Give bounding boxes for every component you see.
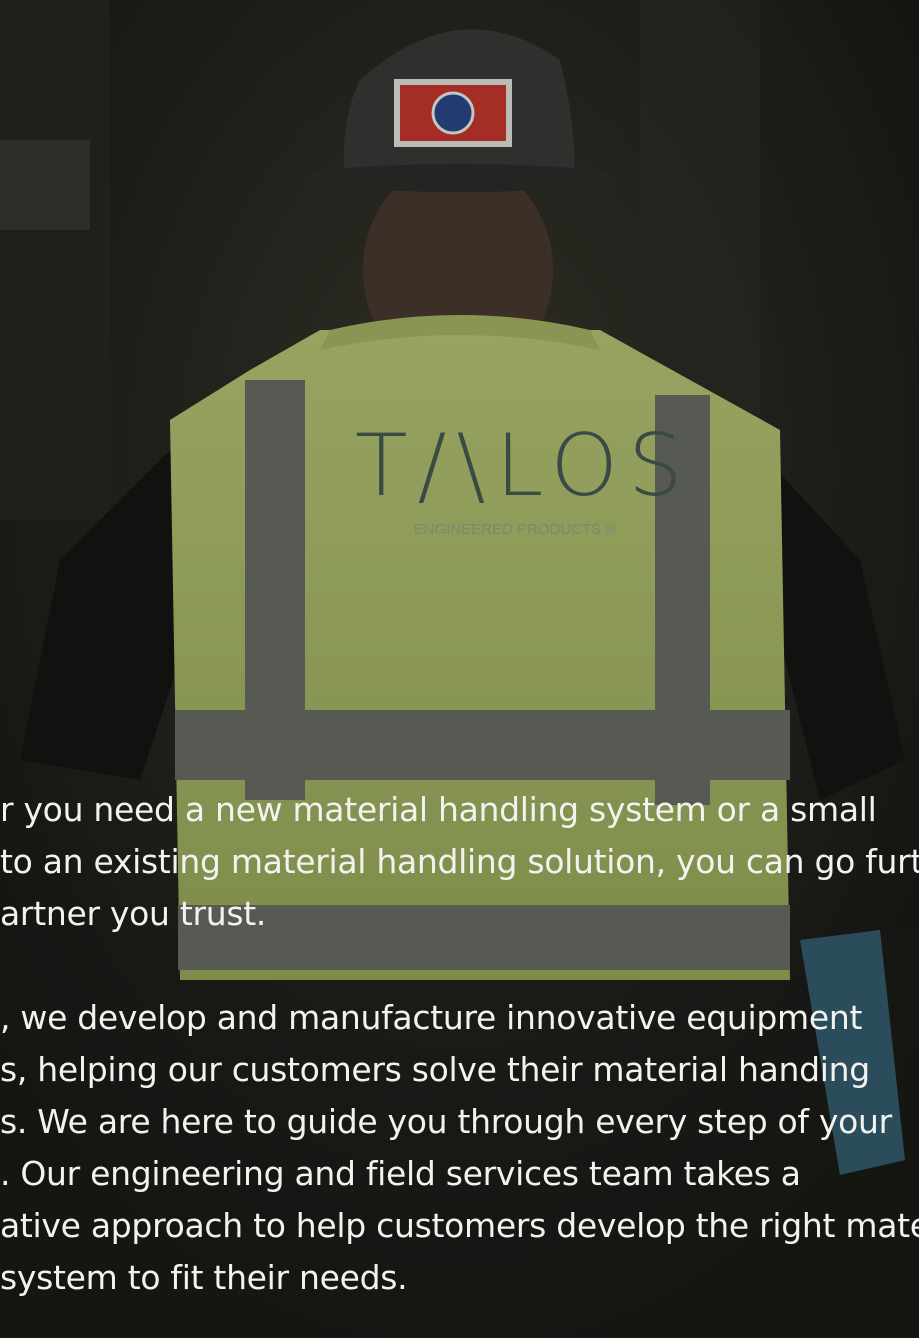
intro-copy: r you need a new material handling syste… — [0, 784, 919, 1338]
paragraph-1-line: to an existing material handling solutio… — [0, 842, 919, 881]
paragraph-2-line: ative approach to help customers develop… — [0, 1206, 919, 1245]
vest-logo-tagline: ENGINEERED PRODUCTS ® — [413, 521, 617, 538]
paragraph-2: , we develop and manufacture innovative … — [0, 992, 919, 1304]
paragraph-1-line: r you need a new material handling syste… — [0, 790, 877, 829]
vest-logo-wordmark: T/\LOS — [355, 416, 693, 516]
paragraph-2-line: s. We are here to guide you through ever… — [0, 1102, 892, 1141]
paragraph-2-line: , we develop and manufacture innovative … — [0, 998, 863, 1037]
paragraph-1: r you need a new material handling syste… — [0, 784, 919, 940]
paragraph-2-line: s, helping our customers solve their mat… — [0, 1050, 870, 1089]
paragraph-2-line: system to fit their needs. — [0, 1258, 408, 1297]
paragraph-1-line: artner you trust. — [0, 894, 267, 933]
paragraph-2-line: . Our engineering and field services tea… — [0, 1154, 801, 1193]
vest-logo: T/\LOS ENGINEERED PRODUCTS ® — [355, 416, 693, 553]
